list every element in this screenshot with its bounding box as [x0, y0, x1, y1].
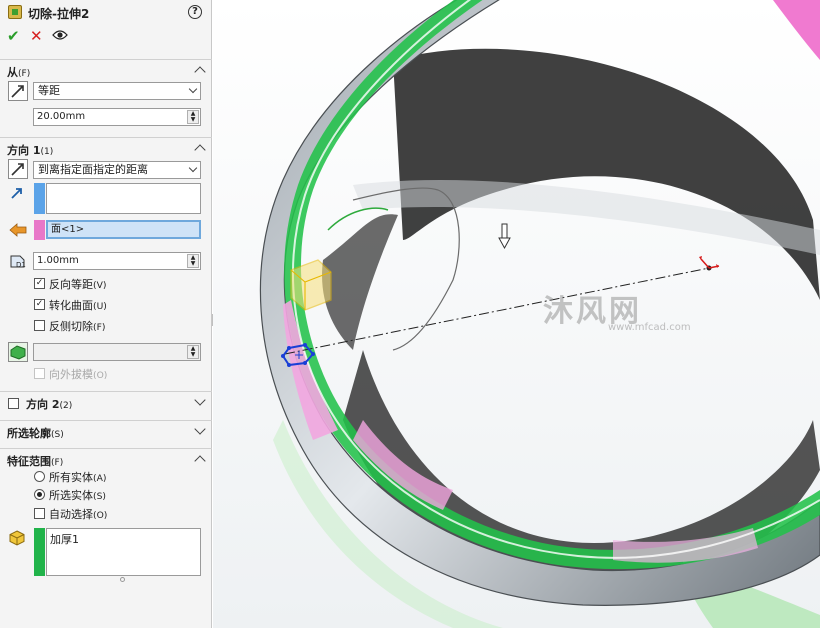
- feature-scope-header[interactable]: 特征范围(F): [0, 448, 212, 470]
- direction2-header-key: (2): [59, 401, 73, 411]
- direction-color-swatch: [34, 183, 45, 214]
- option-key: (O): [93, 370, 108, 381]
- face-selection-item: 面<1>: [51, 224, 85, 235]
- scope-header-key: (F): [51, 458, 64, 468]
- reverse-direction-icon[interactable]: [8, 159, 28, 179]
- option-key: (S): [93, 491, 106, 502]
- ok-check-icon[interactable]: ✔: [7, 27, 20, 45]
- spinner-icon[interactable]: ▲ ▼: [187, 110, 199, 124]
- chevron-up-icon[interactable]: [194, 66, 206, 78]
- cancel-close-icon[interactable]: ✕: [30, 27, 43, 45]
- from-section-header[interactable]: 从(F): [0, 59, 212, 81]
- end-condition-select[interactable]: 到离指定面指定的距离: [33, 161, 201, 179]
- direction-vector-icon: [11, 188, 22, 199]
- scope-header-label: 特征范围: [7, 455, 51, 468]
- end-condition-value: 到离指定面指定的距离: [38, 163, 148, 176]
- chevron-up-icon[interactable]: [194, 144, 206, 156]
- selected-contours-header[interactable]: 所选轮廓(S): [0, 420, 212, 442]
- preview-eye-icon[interactable]: [52, 29, 68, 41]
- draft-angle-input[interactable]: ▲ ▼: [33, 343, 201, 361]
- bodies-listbox[interactable]: 加厚1: [46, 528, 201, 576]
- chevron-down-icon[interactable]: [194, 423, 206, 435]
- panel-title-bar: 切除-拉伸2 ?: [0, 0, 212, 26]
- option-key: (V): [93, 280, 107, 291]
- resize-grip-icon[interactable]: [120, 577, 125, 582]
- face-color-swatch: [34, 220, 45, 240]
- spinner-icon[interactable]: ▲ ▼: [187, 254, 199, 268]
- option-key: (U): [93, 301, 107, 312]
- chevron-up-icon[interactable]: [194, 455, 206, 467]
- direction1-header-label: 方向 1: [7, 144, 41, 157]
- graphics-viewport[interactable]: 沐风网 www.mfcad.com: [213, 0, 820, 628]
- offset-face-arrow-icon: [9, 223, 27, 237]
- direction1-header-key: (1): [40, 147, 54, 157]
- bodies-color-swatch: [34, 528, 45, 576]
- draft-toggle-icon[interactable]: [8, 342, 28, 362]
- selected-face-highlight[interactable]: [290, 259, 332, 311]
- direction2-checkbox[interactable]: [8, 398, 19, 409]
- option-label: 向外拔模: [49, 368, 93, 381]
- option-label: 反向等距: [49, 278, 93, 291]
- radio-selected-icon[interactable]: [34, 489, 45, 500]
- start-condition-select[interactable]: 等距: [33, 82, 201, 100]
- contours-header-label: 所选轮廓: [7, 427, 51, 440]
- property-manager-panel: 切除-拉伸2 ? ✔ ✕ 从(F) 等距 20.00mm ▲ ▼ 方向 1(1) …: [0, 0, 212, 628]
- chevron-down-icon: [188, 163, 198, 173]
- option-label: 所有实体: [49, 471, 93, 484]
- offset-distance-input[interactable]: 1.00mm ▲ ▼: [33, 252, 201, 270]
- from-offset-input[interactable]: 20.00mm ▲ ▼: [33, 108, 201, 126]
- 3d-model-canvas[interactable]: [213, 0, 820, 628]
- list-item[interactable]: 加厚1: [50, 531, 197, 547]
- cut-extrude-icon: [8, 5, 22, 19]
- direction1-section-header[interactable]: 方向 1(1): [0, 137, 212, 159]
- direction2-header-label: 方向 2: [26, 398, 60, 411]
- chevron-down-icon: [188, 84, 198, 94]
- option-label: 所选实体: [49, 489, 93, 502]
- from-offset-value: 20.00mm: [37, 111, 86, 122]
- checkbox-checked-icon[interactable]: ✓: [34, 278, 45, 289]
- chevron-down-icon[interactable]: [194, 394, 206, 406]
- checkbox-unchecked-icon[interactable]: [34, 320, 45, 331]
- spinner-icon[interactable]: ▲ ▼: [187, 345, 199, 359]
- from-header-label: 从: [7, 66, 18, 79]
- solid-body-cube-icon: [9, 530, 25, 546]
- checkbox-unchecked-icon[interactable]: [34, 508, 45, 519]
- option-key: (O): [93, 510, 108, 521]
- option-label: 转化曲面: [49, 299, 93, 312]
- from-header-key: (F): [18, 69, 31, 79]
- option-key: (F): [93, 322, 106, 333]
- watermark-url: www.mfcad.com: [608, 322, 691, 333]
- start-condition-icon: [8, 81, 28, 101]
- direction2-section-header[interactable]: 方向 2(2): [0, 391, 212, 413]
- offset-face-selection[interactable]: 面<1>: [46, 220, 201, 239]
- radio-unselected-icon[interactable]: [34, 471, 45, 482]
- checkbox-disabled-icon[interactable]: [34, 368, 45, 379]
- help-icon[interactable]: ?: [188, 5, 202, 19]
- option-key: (A): [93, 473, 107, 484]
- offset-distance-value: 1.00mm: [37, 255, 79, 266]
- action-bar: ✔ ✕: [0, 27, 212, 49]
- option-label: 反侧切除: [49, 320, 93, 333]
- feature-title: 切除-拉伸2: [28, 7, 90, 21]
- checkbox-checked-icon[interactable]: ✓: [34, 299, 45, 310]
- svg-text:D1: D1: [16, 261, 26, 269]
- option-label: 自动选择: [49, 508, 93, 521]
- start-condition-value: 等距: [38, 84, 60, 97]
- contours-header-key: (S): [51, 430, 64, 440]
- distance-d1-icon: D1: [10, 255, 26, 269]
- direction-vector-listbox[interactable]: [46, 183, 201, 214]
